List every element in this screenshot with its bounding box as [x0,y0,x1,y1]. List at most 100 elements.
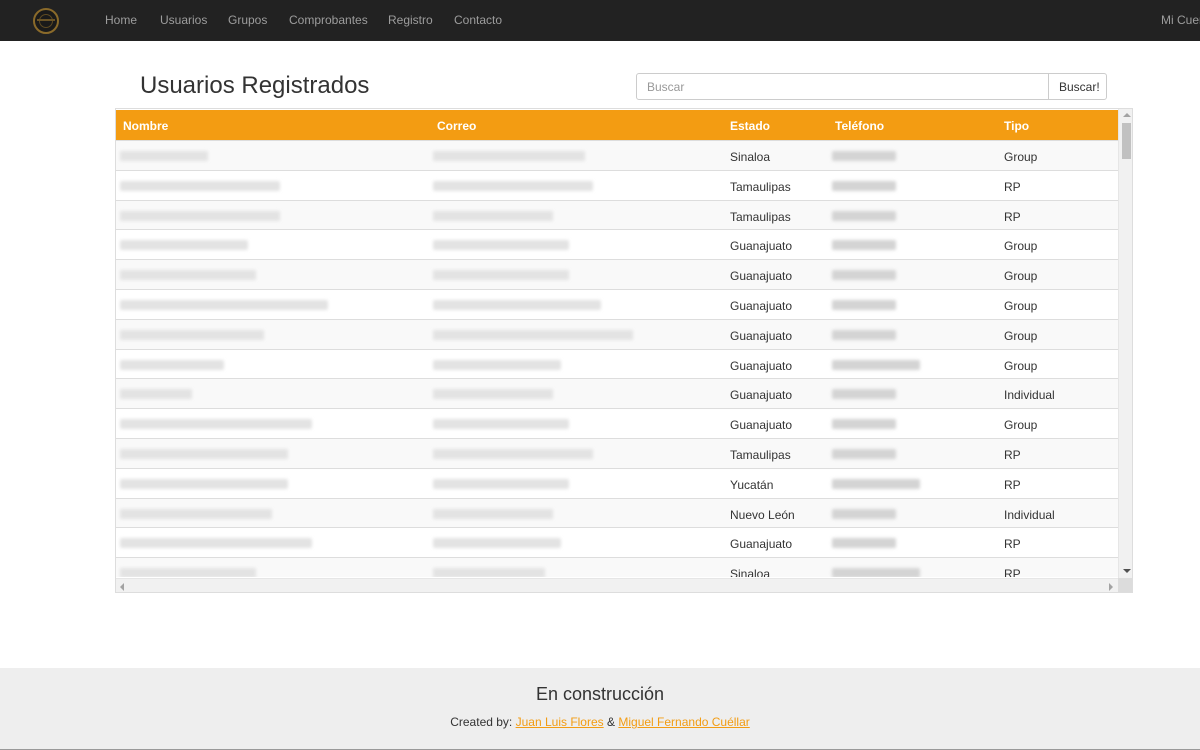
redacted-name [120,359,224,370]
column-header-estado[interactable]: Estado [730,119,770,133]
table-row[interactable]: Tamaulipas RP [116,438,1118,468]
redacted-email [433,419,569,430]
table-row[interactable]: Guanajuato Group [116,408,1118,439]
table-body: Sinaloa Group Tamaulipas RP Tamaulipas RP Guan… [116,140,1118,577]
cell-tipo: Individual [1004,507,1055,522]
redacted-email [433,270,569,281]
redacted-name [120,538,312,549]
redacted-phone [832,359,920,370]
footer: En construcción Created by: Juan Luis Fl… [0,668,1200,750]
cell-estado: Guanajuato [730,328,793,343]
redacted-email [433,568,545,577]
cell-tipo: RP [1004,477,1021,492]
logo-mark [37,19,55,21]
table-row[interactable]: Guanajuato RP [116,527,1118,558]
table-row[interactable]: Sinaloa RP [116,557,1118,577]
table-row[interactable]: Guanajuato Group [116,289,1118,319]
scroll-right-icon[interactable] [1109,583,1113,591]
cell-tipo: Group [1004,299,1038,313]
table-header: Nombre Correo Estado Teléfono Tipo [116,110,1118,140]
author-link-miguel[interactable]: Miguel Fernando Cuéllar [618,715,749,729]
cell-estado: Guanajuato [730,239,793,254]
redacted-name [120,449,288,459]
table-row[interactable]: Guanajuato Group [116,259,1118,290]
cell-tipo: Group [1004,239,1038,254]
column-header-correo[interactable]: Correo [437,119,476,133]
page-title: Usuarios Registrados [140,72,370,99]
redacted-name [120,240,248,251]
created-by-label: Created by: [450,715,513,729]
scrollbar-corner [1118,578,1132,592]
table-row[interactable]: Guanajuato Group [116,348,1118,379]
nav-contacto[interactable]: Contacto [454,13,502,27]
cell-estado: Guanajuato [730,537,793,552]
column-header-nombre[interactable]: Nombre [123,119,168,133]
redacted-phone [832,240,896,251]
cell-estado: Tamaulipas [730,179,791,194]
brand-logo[interactable] [33,8,59,34]
table-row[interactable]: Guanajuato Group [116,229,1118,260]
footer-title: En construcción [535,684,665,704]
search-button[interactable]: Buscar! [1048,73,1107,100]
cell-tipo: Group [1004,150,1038,164]
redacted-phone [832,210,896,221]
table-row[interactable]: Guanajuato Individual [116,378,1118,409]
nav-home[interactable]: Home [105,13,137,27]
redacted-name [120,210,280,221]
table-row[interactable]: Tamaulipas RP [116,169,1118,200]
author-link-juan[interactable]: Juan Luis Flores [516,715,604,729]
nav-grupos[interactable]: Grupos [228,13,267,27]
redacted-phone [832,508,896,519]
redacted-name [120,300,328,310]
column-header-tipo[interactable]: Tipo [1004,119,1029,133]
table-row[interactable]: Nuevo León Individual [116,497,1118,528]
redacted-email [433,300,601,310]
redacted-name [120,180,280,191]
scrollbar-thumb[interactable] [1122,123,1131,159]
horizontal-scrollbar[interactable] [116,578,1118,592]
cell-tipo: RP [1004,537,1021,552]
scroll-up-icon[interactable] [1123,113,1131,117]
cell-tipo: RP [1004,209,1021,224]
table-row[interactable]: Yucatán RP [116,467,1118,498]
redacted-name [120,508,272,519]
scroll-left-icon[interactable] [120,583,124,591]
redacted-phone [832,419,896,430]
nav-comprobantes[interactable]: Comprobantes [289,13,368,27]
cell-estado: Nuevo León [730,507,795,522]
cell-estado: Sinaloa [730,567,771,577]
cell-tipo: Group [1004,358,1038,373]
table-row[interactable]: Guanajuato Group [116,318,1118,349]
redacted-email [433,478,569,489]
redacted-phone [832,449,896,459]
redacted-name [120,270,256,281]
cell-estado: Guanajuato [730,299,793,313]
table-row[interactable]: Sinaloa Group [116,140,1118,170]
cell-tipo: Group [1004,269,1038,284]
redacted-phone [832,180,896,191]
footer-credits: Created by: Juan Luis Flores & Miguel Fe… [0,715,1200,729]
redacted-name [120,389,192,400]
redacted-email [433,329,633,340]
cell-estado: Tamaulipas [730,209,791,224]
nav-registro[interactable]: Registro [388,13,433,27]
scroll-down-icon[interactable] [1123,569,1131,573]
redacted-phone [832,300,896,310]
cell-estado: Sinaloa [730,150,771,164]
cell-tipo: Group [1004,418,1038,433]
redacted-phone [832,478,920,489]
column-header-telefono[interactable]: Teléfono [835,119,884,133]
cell-tipo: Individual [1004,388,1055,403]
redacted-phone [832,329,896,340]
redacted-phone [832,389,896,400]
cell-estado: Guanajuato [730,418,793,433]
nav-usuarios[interactable]: Usuarios [160,13,207,27]
redacted-name [120,151,208,161]
search-input[interactable] [636,73,1049,100]
nav-mi-cuenta[interactable]: Mi Cuenta [1161,13,1200,27]
vertical-scrollbar[interactable] [1118,109,1132,579]
redacted-email [433,151,585,161]
table-row[interactable]: Tamaulipas RP [116,199,1118,230]
author-separator: & [607,715,616,729]
redacted-phone [832,151,896,161]
